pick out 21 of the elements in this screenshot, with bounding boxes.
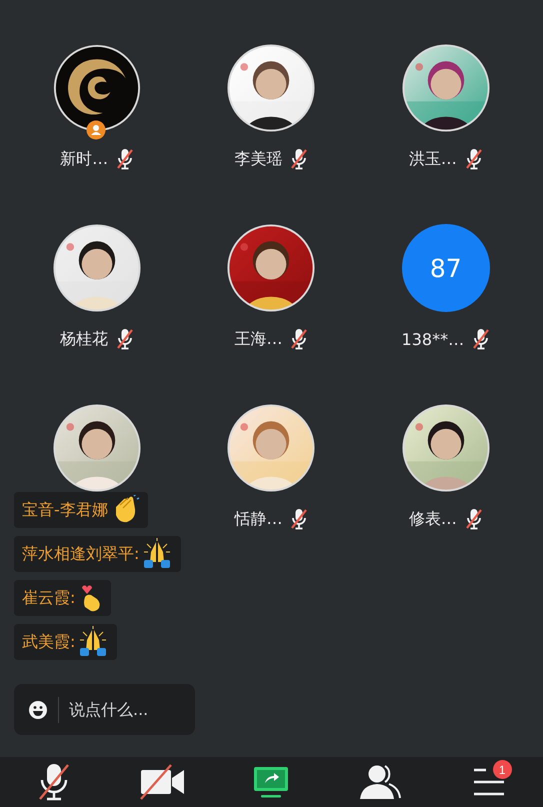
chat-text: 萍水相逢刘翠平: [22,544,140,564]
notification-count: 1 [492,760,512,779]
participant-name: 李美瑶 [234,148,282,170]
screen-share-icon [252,765,290,799]
menu-icon [472,767,506,797]
chat-input-field[interactable]: 说点什么... [14,684,195,735]
toolbar-button[interactable]: 1 [466,760,512,804]
participant-name: 王海… [234,328,282,350]
participant-name: 修表… [408,508,457,530]
chat-text: 崔云霞: [22,588,76,608]
chat-text-input[interactable]: 说点什么... [69,700,184,719]
chat-text: 武美霞: [22,632,76,652]
avatar: 87 [402,224,490,312]
chat-text: 宝音-李君娜 [22,500,108,520]
participant-name: 138**… [402,330,464,348]
participants-icon [359,764,402,800]
participant-name: 洪玉… [408,148,457,170]
participant-name: 新时… [60,148,108,170]
emoji-icon[interactable] [28,700,48,720]
participant-name: 恬静… [234,508,282,530]
participant-name: 杨桂花 [60,328,108,350]
